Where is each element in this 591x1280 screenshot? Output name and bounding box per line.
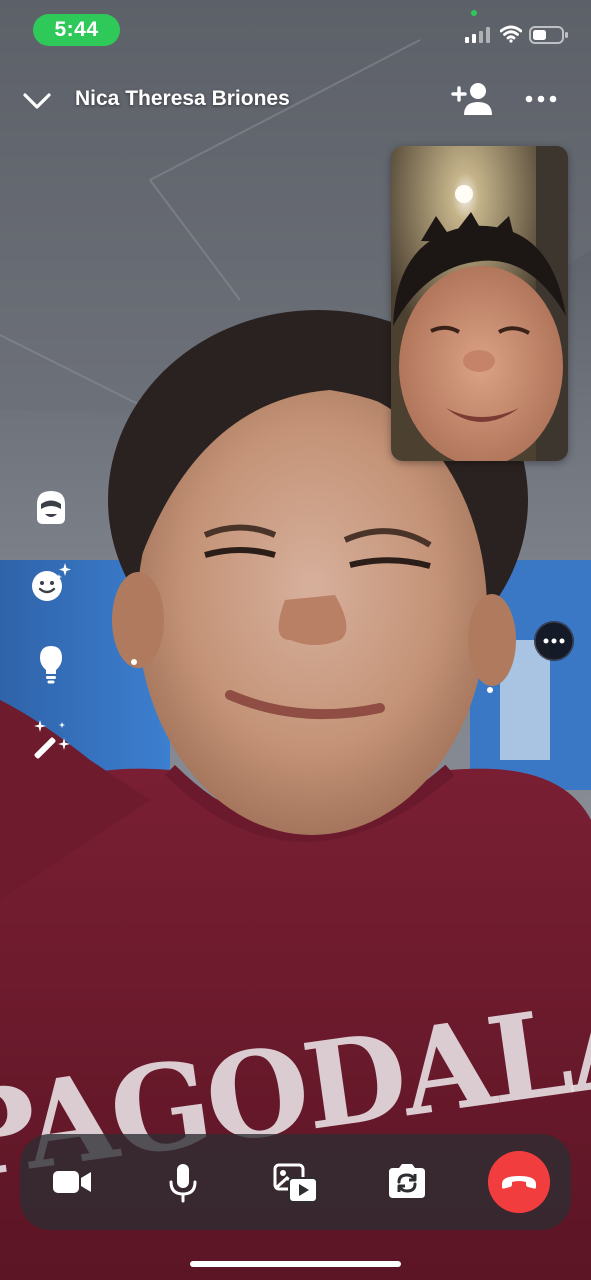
end-call-icon[interactable] (488, 1151, 550, 1213)
self-view-video[interactable] (391, 146, 568, 461)
add-person-icon[interactable] (450, 81, 494, 117)
home-indicator[interactable] (190, 1261, 401, 1267)
status-time: 5:44 (33, 14, 120, 46)
lightbulb-icon[interactable] (28, 640, 74, 686)
microphone-icon[interactable] (153, 1152, 213, 1212)
chevron-down-icon[interactable] (20, 84, 54, 118)
more-icon[interactable] (522, 86, 560, 112)
signal-icon (465, 27, 490, 43)
participant-more-icon[interactable] (534, 621, 574, 661)
magic-wand-icon[interactable] (28, 718, 74, 764)
avatar-effect-icon[interactable] (28, 484, 74, 530)
camera-in-use-indicator (471, 10, 477, 16)
emoji-sparkle-icon[interactable] (28, 560, 74, 606)
wifi-icon (500, 25, 522, 43)
call-header: Nica Theresa Briones (0, 70, 591, 130)
flip-camera-icon[interactable] (377, 1152, 437, 1212)
battery-icon (529, 26, 568, 44)
caller-name: Nica Theresa Briones (75, 87, 290, 110)
effects-toolbar (28, 484, 78, 764)
call-control-bar (20, 1134, 571, 1230)
media-share-icon[interactable] (265, 1152, 325, 1212)
video-call-screen: PAGODALA 5:44 Nica Theresa Briones (0, 0, 591, 1280)
video-camera-icon[interactable] (42, 1152, 102, 1212)
status-bar: 5:44 (0, 0, 591, 62)
